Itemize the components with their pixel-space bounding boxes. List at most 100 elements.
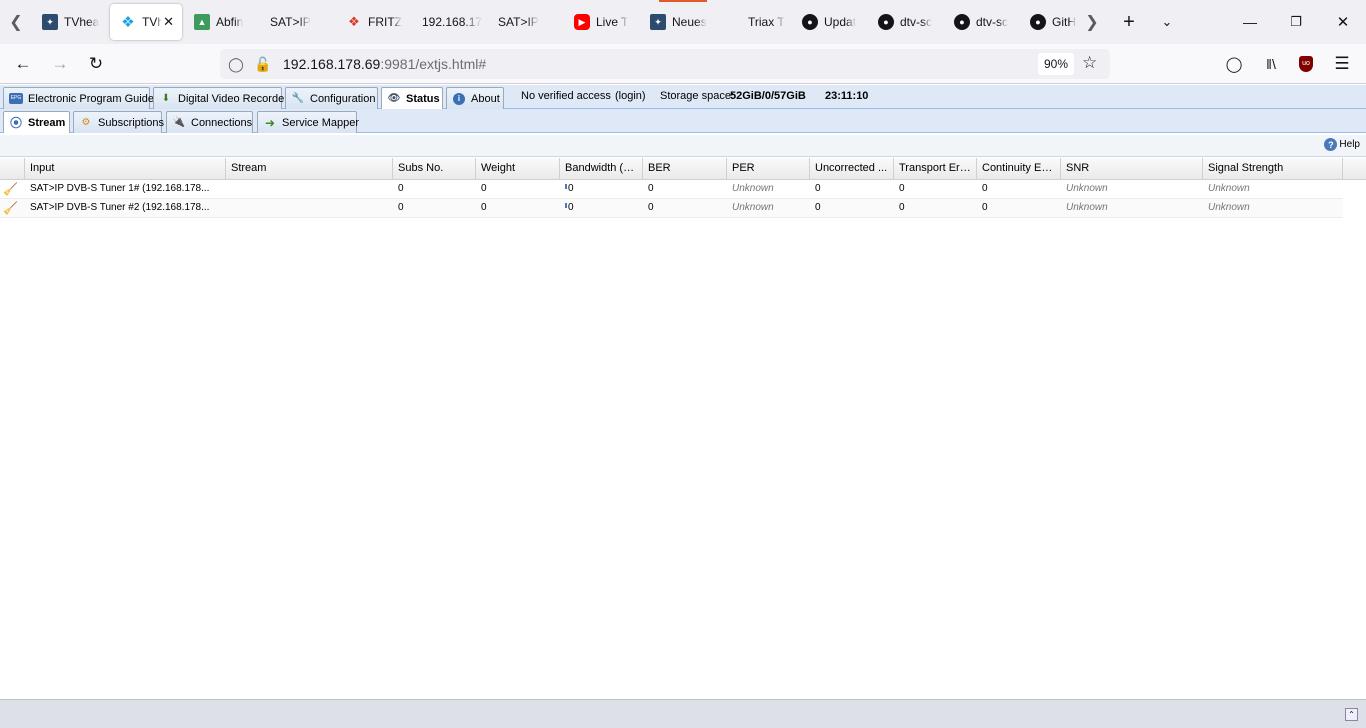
column-header-uncorrected[interactable]: Uncorrected ... [810,158,894,180]
help-label: Help [1339,139,1360,150]
close-tab-icon[interactable]: ✕ [163,14,174,30]
browser-tab[interactable]: 192.168.17 [412,4,486,40]
browser-tab-title: Live T [596,15,629,29]
browser-tab-title: GitH [1052,15,1076,29]
window-restore-icon[interactable]: ❐ [1284,10,1308,34]
column-header-stream[interactable]: Stream [226,158,393,180]
tab-electronic-program-guide[interactable]: EPG Electronic Program Guide [3,87,154,109]
forward-arrow-icon[interactable]: → [47,52,73,76]
browser-tab[interactable]: SAT>IP [488,4,562,40]
url-text[interactable]: 192.168.178.69:9981/extjs.html# [283,56,486,72]
browser-tab[interactable]: ✦ Neues [640,4,714,40]
tab-configuration[interactable]: 🔧 Configuration [285,87,378,109]
column-header-ber[interactable]: BER [643,158,727,180]
column-header-weight[interactable]: Weight [476,158,560,180]
table-row[interactable]: 🧹 SAT>IP DVB-S Tuner 1# (192.168.178... … [0,180,1343,199]
clear-stats-broom-icon[interactable]: 🧹 [3,201,18,215]
hamburger-menu-icon[interactable]: ☰ [1329,52,1355,76]
cell-transport-errors: 0 [899,183,905,194]
subtab-stream[interactable]: ⦿ Stream [3,111,70,133]
library-icon[interactable]: ‖\ [1258,52,1284,76]
status-subtab-strip: ⦿ Stream ⚙ Subscriptions 🔌 Connections ➜… [0,109,1366,133]
new-tab-icon[interactable]: + [1117,10,1141,34]
subtab-service-mapper[interactable]: ➜ Service Mapper [257,111,359,133]
browser-tab-title: TVhea [64,15,100,29]
subtab-subscriptions[interactable]: ⚙ Subscriptions [73,111,164,133]
browser-tab-active[interactable]: ❖ TVh ✕ [110,4,182,40]
column-header-input[interactable]: Input [25,158,226,180]
url-path: :9981/extjs.html# [380,56,487,72]
browser-tab-title: SAT>IP [270,15,311,29]
subtab-connections[interactable]: 🔌 Connections [166,111,253,133]
cell-uncorrected: 0 [815,183,821,194]
cell-transport-errors: 0 [899,202,905,213]
tab-scroll-right-icon[interactable]: ❯ [1082,8,1102,36]
login-link[interactable]: (login) [615,90,646,102]
browser-tab[interactable]: ● GitH [1020,4,1080,40]
tab-sound-indicator [659,0,707,2]
wrench-icon: 🔧 [291,93,305,104]
tab-about[interactable]: i About [446,87,504,109]
column-header-transport-errors[interactable]: Transport Errors [894,158,977,180]
tab-list-chevron-down-icon[interactable]: ⌄ [1155,10,1179,34]
youtube-icon: ▶ [574,14,590,30]
log-panel-bar: ⌃ [0,699,1366,728]
tab-label: Connections [191,116,253,129]
stream-icon: ⦿ [9,116,22,130]
column-header-snr[interactable]: SNR [1061,158,1203,180]
epg-icon: EPG [8,92,24,106]
storage-label: Storage space: [660,90,734,102]
cell-continuity-errors: 0 [982,183,988,194]
bookmark-star-icon[interactable]: ☆ [1082,53,1097,73]
browser-tab[interactable]: ❖ FRITZ [336,4,410,40]
url-bar[interactable]: ◯ 🔓 192.168.178.69:9981/extjs.html# 90% … [220,49,1110,79]
window-minimize-icon[interactable]: — [1238,10,1262,34]
column-header-continuity-errors[interactable]: Continuity Err... [977,158,1061,180]
shield-icon[interactable]: ◯ [227,56,245,72]
github-icon: ● [802,14,818,30]
browser-tab[interactable]: SAT>IP [260,4,334,40]
clear-stats-broom-icon[interactable]: 🧹 [3,182,18,196]
window-close-icon[interactable]: ✕ [1331,10,1355,34]
cell-bandwidth-value: 0 [568,183,574,194]
browser-tab[interactable]: ▲ Abfin [184,4,258,40]
browser-tab-title: Updat [824,15,857,29]
browser-tab[interactable]: ● dtv-sc [868,4,942,40]
panel-toolbar: ? Help [0,135,1366,157]
cell-ber: 0 [648,183,654,194]
arrow-right-icon: ➜ [264,115,276,130]
tab-scroll-left-icon[interactable]: ❮ [6,8,26,36]
recorder-icon: ⬇ [161,93,171,104]
column-header-per[interactable]: PER [727,158,810,180]
ublock-origin-icon[interactable]: uo [1293,52,1319,76]
table-row[interactable]: 🧹 SAT>IP DVB-S Tuner #2 (192.168.178... … [0,199,1343,218]
tab-digital-video-recorder[interactable]: ⬇ Digital Video Recorder [153,87,288,109]
tab-status[interactable]: 👁 Status [381,87,443,109]
tab-label: Digital Video Recorder [178,92,288,105]
browser-tab-title: TVh [142,15,162,29]
url-host: 192.168.178.69 [283,56,381,72]
browser-tab[interactable]: ✦ TVhea [32,4,108,40]
zoom-level-badge[interactable]: 90% [1038,53,1075,75]
connections-icon: 🔌 [172,117,186,128]
tvheadend-app: EPG Electronic Program Guide ⬇ Digital V… [0,85,1366,728]
column-header-subs-no[interactable]: Subs No. [393,158,476,180]
browser-tab[interactable]: Triax T [716,4,790,40]
browser-tab-title: dtv-sc [976,15,1009,29]
browser-tab-title: dtv-sc [900,15,933,29]
column-header-bandwidth[interactable]: Bandwidth (k... [560,158,643,180]
column-header-signal-strength[interactable]: Signal Strength [1203,158,1343,180]
access-status: No verified access [521,90,611,102]
browser-tab[interactable]: ▶ Live T [564,4,638,40]
column-header-icon[interactable] [0,158,25,180]
browser-tab[interactable]: ● Updat [792,4,866,40]
fritz-icon: ❖ [348,14,360,29]
help-button[interactable]: ? Help [1324,138,1360,151]
back-arrow-icon[interactable]: ← [10,52,36,76]
bandwidth-bar [565,184,567,189]
expand-log-chevron-up-icon[interactable]: ⌃ [1345,708,1358,721]
browser-tab[interactable]: ● dtv-sc [944,4,1018,40]
pocket-icon[interactable]: ◯ [1221,52,1247,76]
insecure-lock-icon[interactable]: 🔓 [254,56,272,72]
reload-icon[interactable]: ↻ [83,52,109,76]
